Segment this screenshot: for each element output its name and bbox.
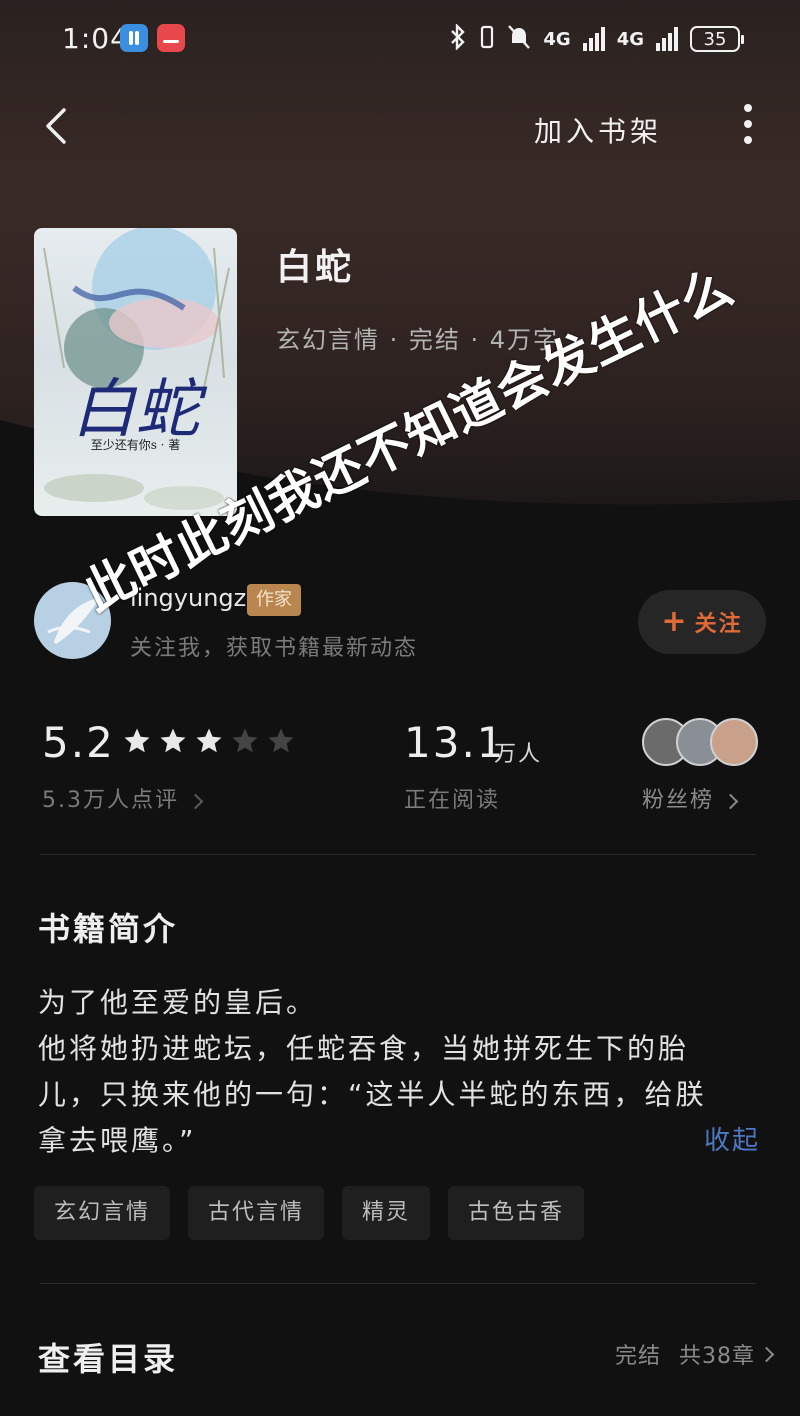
more-options-icon[interactable]: [738, 104, 758, 150]
star-icon: [160, 728, 186, 753]
book-cover[interactable]: 白蛇 至少还有你s · 著: [34, 228, 237, 516]
intro-line: 他将她扔进蛇坛，任蛇吞食，当她拼死生下的胎儿，只换来他的一句：“这半人半蛇的东西…: [38, 1032, 707, 1157]
battery-level: 35: [703, 28, 727, 50]
huawei-notification-icon: [157, 24, 185, 52]
star-icon: [268, 728, 294, 753]
vibrate-icon: [479, 24, 495, 55]
tag-chip[interactable]: 古色古香: [448, 1186, 585, 1240]
rating-score: 5.2: [42, 718, 115, 767]
readers-count: 13.1: [404, 718, 506, 767]
status-indicators: 4G 4G 35: [449, 22, 744, 55]
toc-info[interactable]: 完结 共38章: [615, 1338, 775, 1370]
collapse-link[interactable]: 收起: [704, 1120, 760, 1157]
bluetooth-icon: [449, 22, 467, 55]
divider: [40, 854, 756, 855]
network-label-1: 4G: [543, 28, 571, 50]
star-icon: [232, 728, 258, 753]
tag-chip[interactable]: 古代言情: [188, 1186, 325, 1240]
author-badge: 作家: [247, 584, 301, 616]
toc-chapters: 共38章: [679, 1344, 756, 1369]
chevron-right-icon: [187, 793, 204, 810]
fans-ranking-link[interactable]: 粉丝榜: [642, 782, 739, 814]
network-label-2: 4G: [616, 28, 644, 50]
rating-count[interactable]: 5.3万人点评: [42, 782, 204, 814]
tag-list: 玄幻言情 古代言情 精灵 古色古香: [34, 1186, 585, 1240]
follow-button[interactable]: + 关注: [638, 590, 766, 654]
fans-label: 粉丝榜: [642, 788, 715, 813]
chevron-right-icon: [758, 1346, 775, 1362]
tag-chip[interactable]: 玄幻言情: [34, 1186, 171, 1240]
readers-unit: 万人: [494, 742, 543, 767]
back-button[interactable]: [40, 106, 80, 146]
star-icon: [124, 728, 150, 753]
rating-count-label: 5.3万人点评: [42, 788, 179, 813]
status-bar: 1:04 4G 4G 35: [0, 0, 800, 80]
battery-icon: 35: [690, 26, 744, 52]
intro-text: 为了他至爱的皇后。 他将她扔进蛇坛，任蛇吞食，当她拼死生下的胎儿，只换来他的一句…: [38, 980, 768, 1164]
app-notification-icon: [120, 24, 148, 52]
fan-avatar: [710, 718, 758, 766]
toc-title[interactable]: 查看目录: [38, 1334, 178, 1380]
toc-status: 完结: [615, 1344, 662, 1369]
signal-icon: [582, 27, 605, 51]
status-time: 1:04: [62, 22, 129, 55]
plus-icon: +: [661, 604, 689, 639]
intro-line: 为了他至爱的皇后。: [38, 986, 318, 1019]
mute-bell-icon: [507, 24, 531, 55]
cover-author: 至少还有你s · 著: [90, 438, 181, 452]
readers-label: 正在阅读: [404, 788, 501, 813]
book-title: 白蛇: [276, 247, 355, 288]
chevron-right-icon: [722, 793, 739, 810]
signal-icon-2: [656, 27, 678, 51]
add-to-shelf-button[interactable]: 加入书架: [534, 110, 662, 150]
divider: [40, 1283, 756, 1284]
intro-title: 书籍简介: [38, 910, 179, 948]
author-subtitle: 关注我，获取书籍最新动态: [130, 636, 419, 661]
star-icon: [196, 728, 222, 753]
rating-stars: [122, 726, 296, 756]
follow-label: 关注: [694, 612, 743, 637]
tag-chip[interactable]: 精灵: [342, 1186, 431, 1240]
back-arrow-icon: [46, 108, 66, 144]
fan-avatars[interactable]: [642, 718, 762, 766]
